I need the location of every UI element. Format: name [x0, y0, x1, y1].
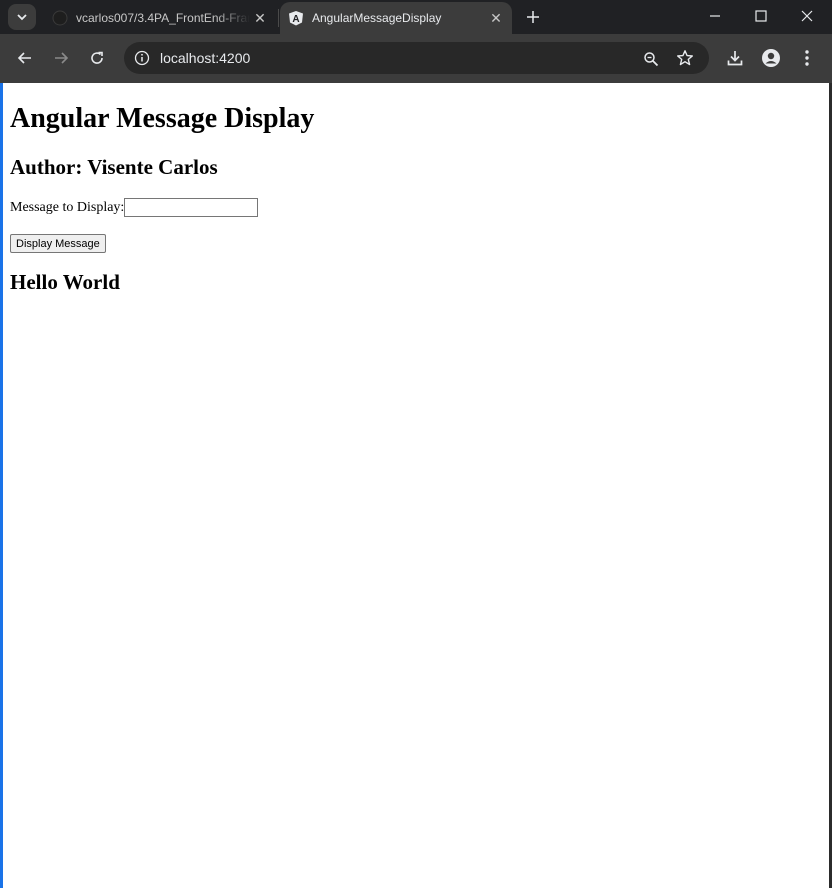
profile-icon — [762, 49, 780, 67]
tab-angular-message-display[interactable]: A AngularMessageDisplay ✕ — [280, 2, 512, 34]
minimize-icon — [710, 15, 720, 17]
more-vert-icon — [805, 50, 809, 66]
browser-toolbar: localhost:4200 — [0, 34, 832, 83]
tab-github[interactable]: vcarlos007/3.4PA_FrontEnd-Framework ✕ — [44, 2, 276, 34]
info-icon[interactable] — [132, 48, 152, 68]
chevron-down-icon — [17, 14, 27, 21]
maximize-icon — [755, 10, 767, 22]
plus-icon — [527, 11, 539, 23]
close-icon[interactable]: ✕ — [250, 8, 270, 28]
page-content: Angular Message Display Author: Visente … — [3, 83, 829, 888]
angular-icon: A — [288, 10, 304, 26]
tab-title: vcarlos007/3.4PA_FrontEnd-Framework — [76, 11, 250, 25]
author-heading: Author: Visente Carlos — [10, 155, 218, 179]
bookmark-star-icon[interactable] — [674, 47, 696, 69]
message-label: Message to Display: — [10, 199, 125, 215]
back-button[interactable] — [11, 44, 39, 72]
forward-button[interactable] — [47, 44, 75, 72]
github-icon — [52, 10, 68, 26]
arrow-right-icon — [55, 52, 69, 64]
reload-button[interactable] — [83, 44, 111, 72]
new-tab-button[interactable] — [520, 5, 546, 29]
close-icon[interactable]: ✕ — [486, 8, 506, 28]
profile-button[interactable] — [757, 44, 785, 72]
download-icon — [727, 51, 743, 66]
tab-separator — [278, 9, 279, 27]
maximize-button[interactable] — [738, 0, 784, 32]
minimize-button[interactable] — [692, 0, 738, 32]
address-bar[interactable]: localhost:4200 — [124, 42, 709, 74]
message-input[interactable] — [124, 198, 259, 217]
tab-title: AngularMessageDisplay — [312, 11, 442, 25]
close-window-button[interactable] — [784, 0, 830, 32]
page-title: Angular Message Display — [10, 103, 315, 134]
menu-button[interactable] — [793, 44, 821, 72]
message-row: Message to Display: — [10, 198, 259, 217]
svg-text:A: A — [292, 14, 299, 25]
address-text: localhost:4200 — [160, 50, 251, 66]
close-icon — [801, 10, 813, 22]
zoom-icon[interactable] — [640, 48, 662, 70]
display-message-button[interactable]: Display Message — [10, 234, 106, 253]
tab-strip: vcarlos007/3.4PA_FrontEnd-Framework ✕ A … — [0, 0, 832, 34]
message-output: Hello World — [10, 270, 120, 294]
arrow-left-icon — [17, 52, 31, 64]
tab-search-button[interactable] — [8, 4, 36, 30]
downloads-button[interactable] — [721, 44, 749, 72]
reload-icon — [91, 51, 103, 64]
